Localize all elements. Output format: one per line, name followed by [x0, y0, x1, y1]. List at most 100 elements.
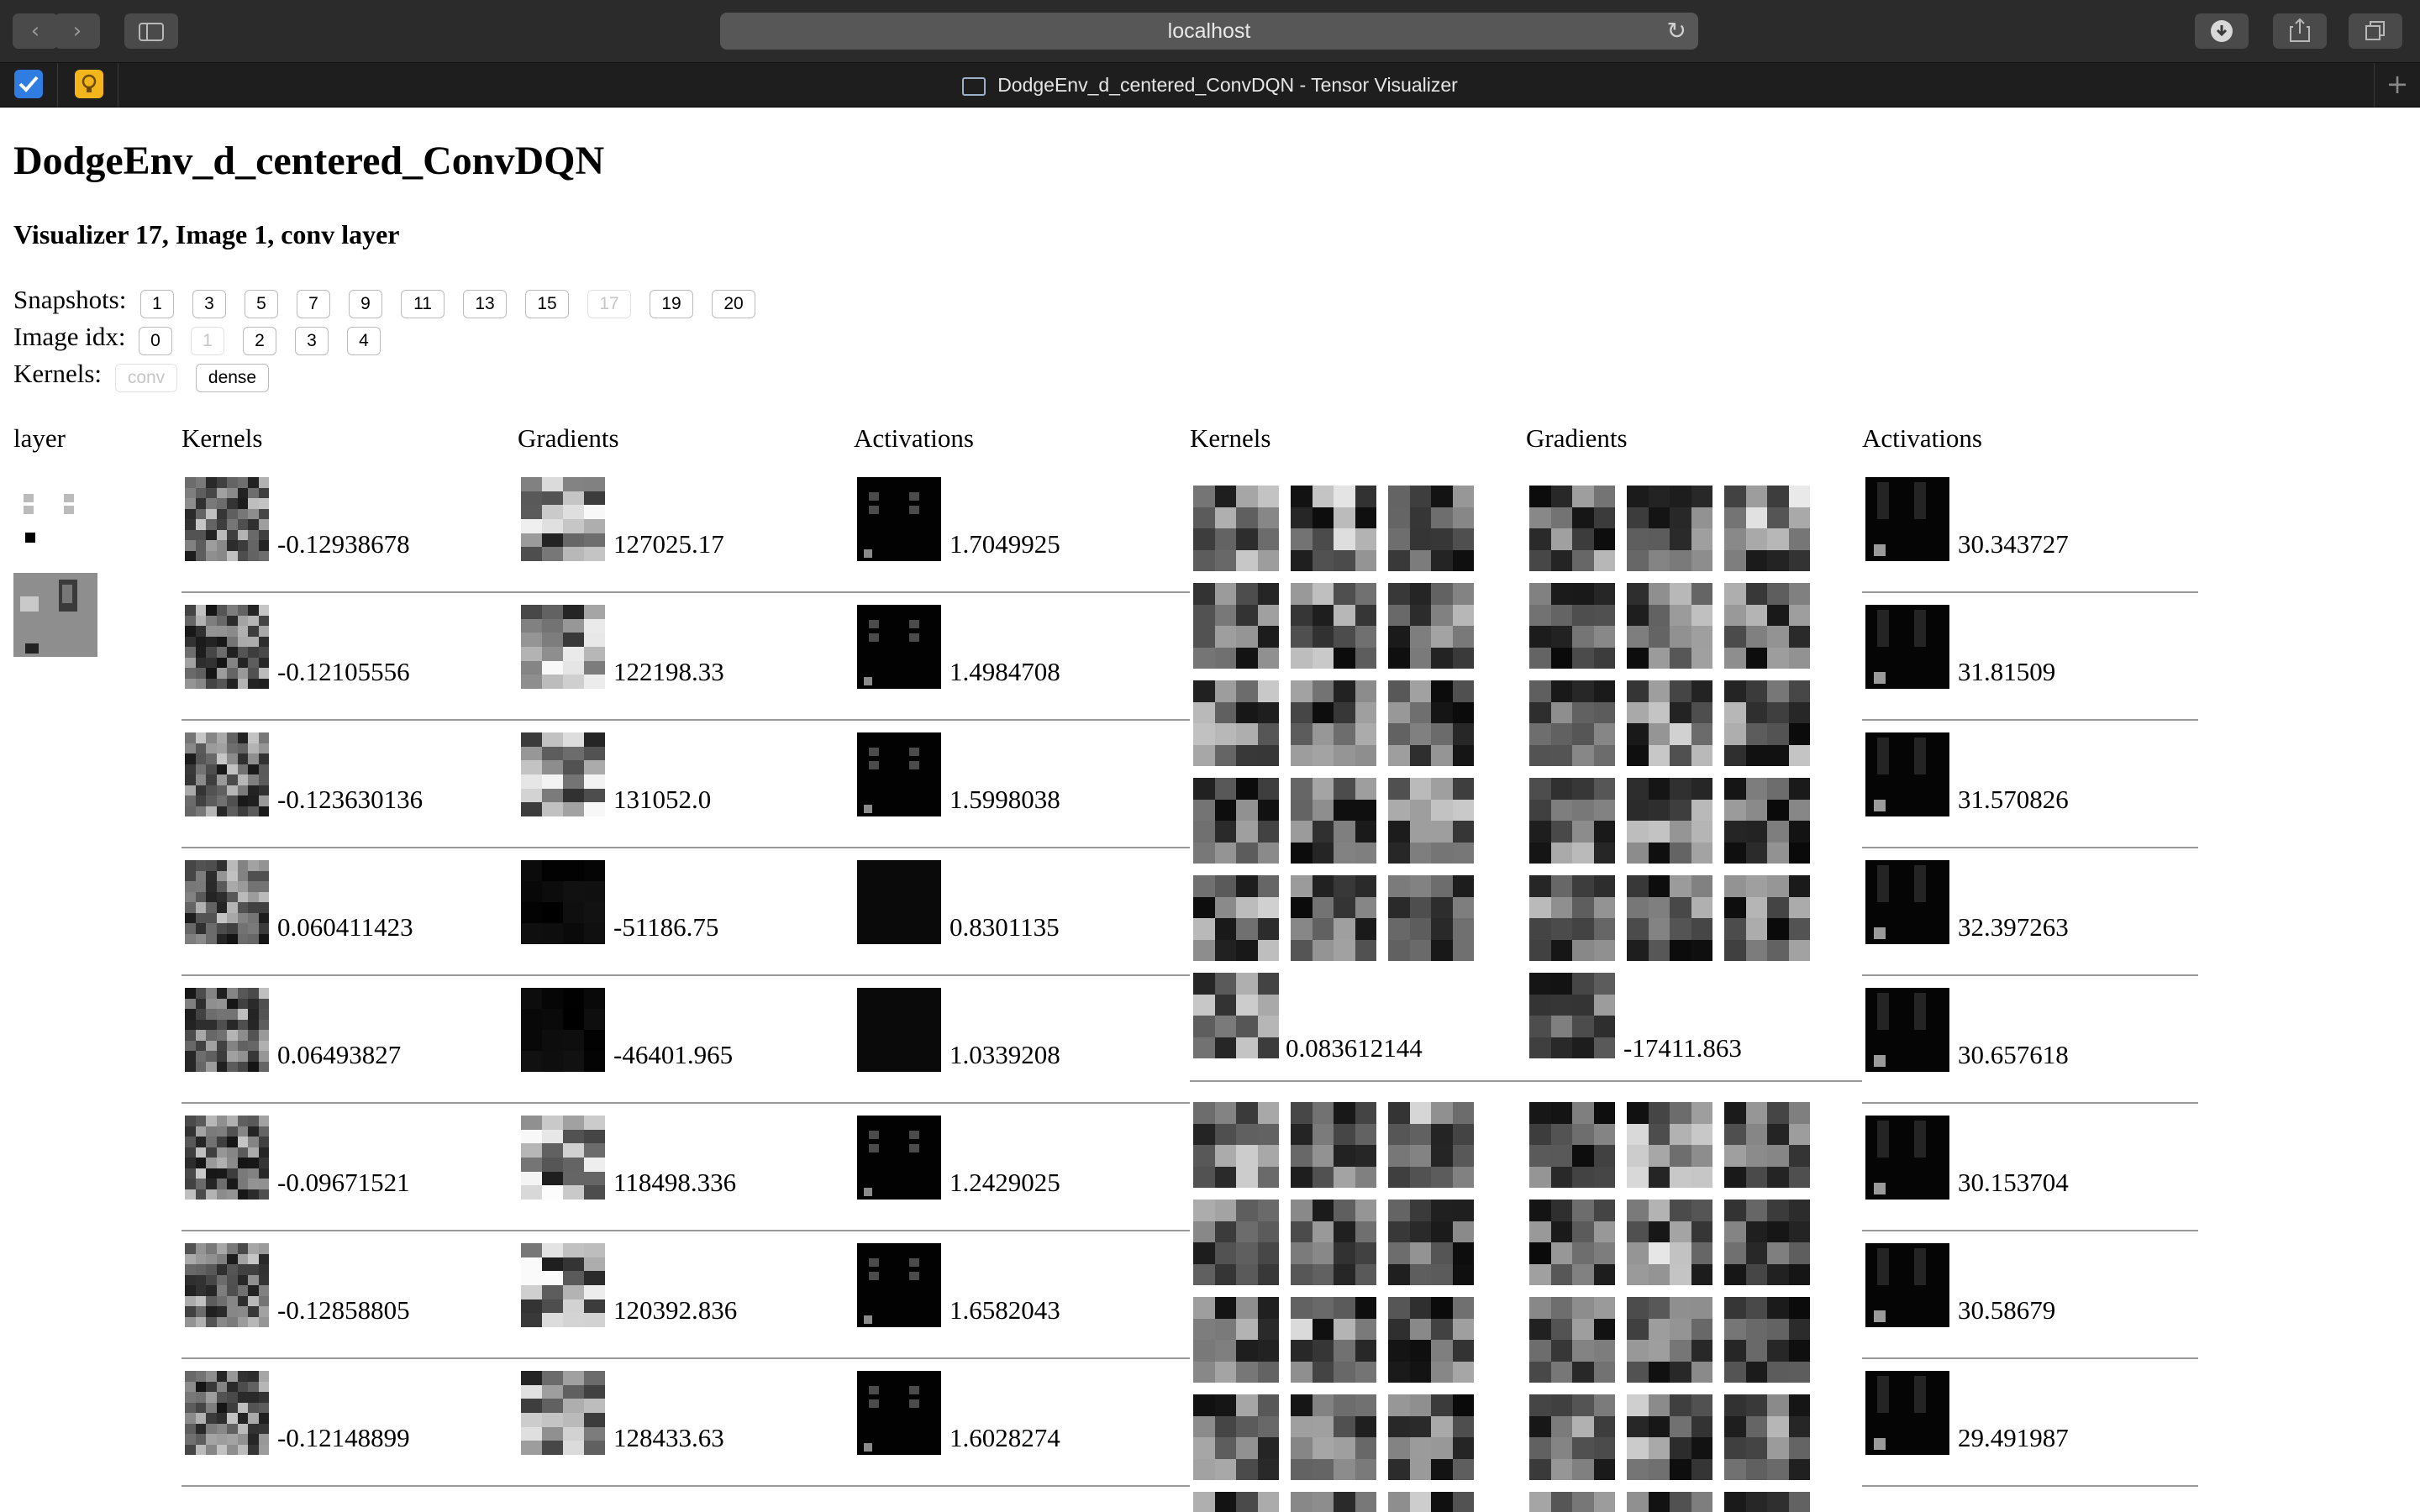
dense-thumbnail [1388, 583, 1474, 669]
snapshot-button-19[interactable]: 19 [650, 290, 693, 318]
kernels-row: Kernels: conv dense [13, 359, 770, 392]
conv-activation-cell: 1.0339208 [854, 978, 1190, 1104]
dense-thumbnail [1627, 1200, 1712, 1285]
conv-activation-cell: 1.5998038 [854, 722, 1190, 848]
snapshot-button-15[interactable]: 15 [525, 290, 569, 318]
dense-activation-cell: 30.58679 [1862, 1233, 2198, 1359]
dense-activation-image [1865, 1371, 1949, 1455]
layer-filter-preview [20, 494, 87, 561]
conv-activation-value: 1.4984708 [950, 657, 1060, 686]
image-idx-button-1: 1 [191, 327, 224, 355]
dense-thumbnail [1724, 1297, 1810, 1383]
image-idx-button-0[interactable]: 0 [139, 327, 172, 355]
dense-thumbnail [1388, 1297, 1474, 1383]
snapshot-button-1[interactable]: 1 [140, 290, 174, 318]
conv-kernel-cell: -0.12938678 [182, 467, 518, 593]
conv-gradient-cell: 127025.17 [518, 467, 854, 593]
dense-thumbnail [1193, 778, 1279, 864]
conv-activation-image [857, 1243, 941, 1327]
image-idx-button-3[interactable]: 3 [295, 327, 329, 355]
column-header-dense-kernels: Kernels [1190, 423, 1271, 453]
dense-gradient-value: -17411.863 [1623, 1033, 1742, 1063]
snapshot-button-20[interactable]: 20 [712, 290, 755, 318]
dense-thumbnail [1291, 486, 1376, 571]
tabs-icon [2365, 21, 2385, 40]
conv-activation-value: 1.2429025 [950, 1168, 1060, 1197]
conv-gradient-image [521, 1243, 605, 1327]
new-tab-button[interactable]: + [2374, 63, 2420, 107]
dense-activation-cell: 32.397263 [1862, 850, 2198, 976]
downloads-button[interactable] [2195, 13, 2249, 49]
conv-gradient-value: 127025.17 [613, 529, 724, 559]
conv-kernel-image [185, 988, 269, 1072]
dense-activation-value: 32.397263 [1958, 912, 2069, 942]
tabs-overview-button[interactable] [2349, 13, 2402, 49]
conv-activation-cell: 1.4984708 [854, 595, 1190, 721]
back-button[interactable]: ‹ [13, 13, 58, 49]
conv-activation-image [857, 1116, 941, 1200]
conv-activation-image [857, 988, 941, 1072]
conv-kernel-value: -0.12938678 [277, 529, 410, 559]
dense-thumbnail [1193, 1102, 1279, 1188]
reload-icon[interactable]: ↻ [1667, 13, 1686, 50]
dense-thumbnail [1388, 1200, 1474, 1285]
conv-gradient-value: 118498.336 [613, 1168, 737, 1197]
snapshot-button-7[interactable]: 7 [297, 290, 330, 318]
dense-thumbnail [1388, 778, 1474, 864]
image-idx-button-4[interactable]: 4 [347, 327, 381, 355]
conv-activation-value: 1.5998038 [950, 785, 1060, 814]
address-bar[interactable]: localhost ↻ [720, 13, 1698, 50]
layer-input-image [13, 573, 97, 657]
dense-activation-image [1865, 860, 1949, 944]
forward-button[interactable]: › [55, 13, 100, 49]
conv-activation-image [857, 477, 941, 561]
dense-activation-image [1865, 988, 1949, 1072]
dense-thumbnail [1627, 486, 1712, 571]
dense-activation-value: 30.153704 [1958, 1168, 2069, 1197]
conv-gradient-image [521, 860, 605, 944]
chevron-left-icon: ‹ [30, 18, 40, 44]
dense-activation-value: 31.81509 [1958, 657, 2056, 686]
conv-activation-value: 1.6582043 [950, 1295, 1060, 1325]
dense-activation-image [1865, 732, 1949, 816]
dense-thumbnail [1627, 583, 1712, 669]
snapshot-button-13[interactable]: 13 [463, 290, 507, 318]
dense-thumbnail [1193, 1297, 1279, 1383]
dense-activation-cell: 30.153704 [1862, 1105, 2198, 1231]
column-header-gradients: Gradients [518, 423, 619, 453]
snapshot-button-3[interactable]: 3 [192, 290, 226, 318]
conv-activation-image [857, 732, 941, 816]
conv-kernel-cell: -0.12858805 [182, 1233, 518, 1359]
sidebar-toggle-button[interactable] [124, 13, 178, 49]
conv-activation-cell: 1.6582043 [854, 1233, 1190, 1359]
dense-activation-cell: 30.343727 [1862, 467, 2198, 593]
conv-activation-image [857, 1371, 941, 1455]
dense-thumbnail [1291, 1200, 1376, 1285]
share-button[interactable] [2273, 13, 2327, 49]
snapshot-button-11[interactable]: 11 [401, 290, 445, 318]
conv-gradient-value: 128433.63 [613, 1423, 724, 1452]
kernel-mode-button-dense[interactable]: dense [196, 364, 269, 392]
dense-thumbnail [1529, 1200, 1615, 1285]
conv-gradient-cell: -46401.965 [518, 978, 854, 1104]
column-header-dense-gradients: Gradients [1526, 423, 1628, 453]
dense-thumbnail [1388, 875, 1474, 961]
dense-thumbnail [1388, 1102, 1474, 1188]
dense-thumbnail [1724, 778, 1810, 864]
conv-gradient-cell: 120392.836 [518, 1233, 854, 1359]
conv-gradient-image [521, 732, 605, 816]
snapshot-button-5[interactable]: 5 [245, 290, 278, 318]
dense-thumbnail [1724, 1102, 1810, 1188]
dense-activation-value: 29.491987 [1958, 1423, 2069, 1452]
dense-thumbnail [1291, 1394, 1376, 1480]
dense-thumbnail [1193, 875, 1279, 961]
conv-activation-cell: 0.8301135 [854, 850, 1190, 976]
tab-strip: DodgeEnv_d_centered_ConvDQN - Tensor Vis… [0, 62, 2420, 108]
image-idx-button-2[interactable]: 2 [243, 327, 276, 355]
dense-thumbnail [1193, 680, 1279, 766]
snapshot-button-17: 17 [587, 290, 631, 318]
conv-gradient-cell: 122198.33 [518, 595, 854, 721]
image-idx-label: Image idx: [13, 322, 126, 351]
snapshot-button-9[interactable]: 9 [349, 290, 382, 318]
active-tab[interactable]: DodgeEnv_d_centered_ConvDQN - Tensor Vis… [0, 63, 2420, 107]
